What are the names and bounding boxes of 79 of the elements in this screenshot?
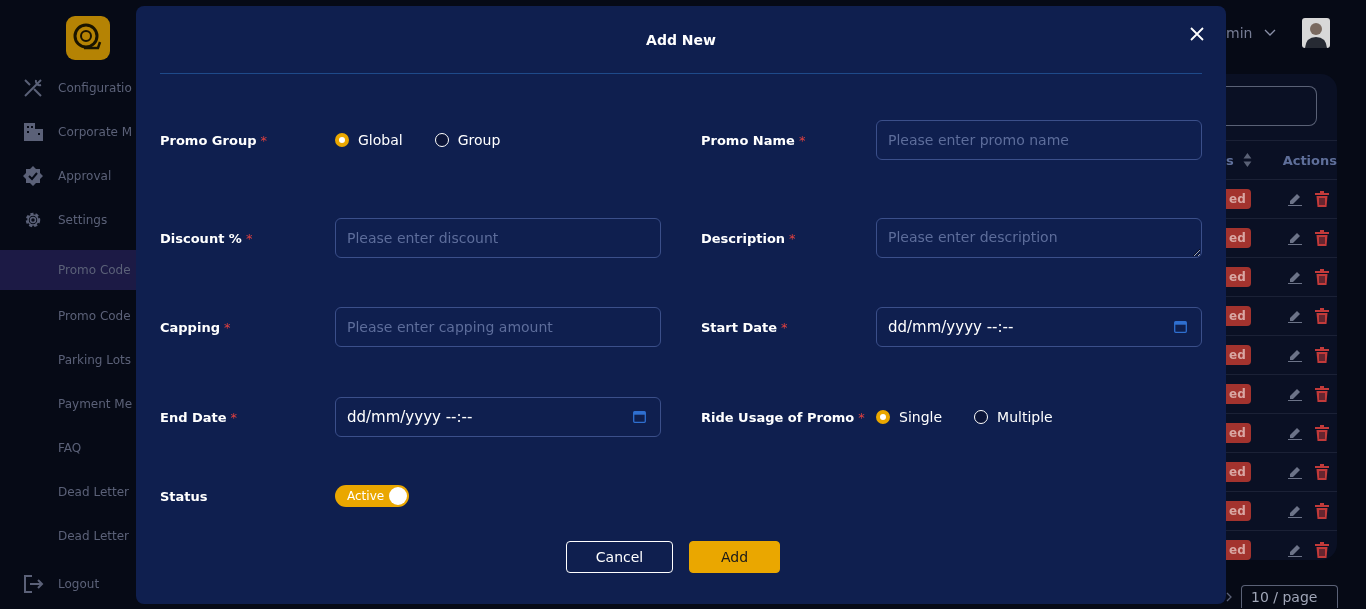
delete-icon — [1314, 230, 1329, 246]
status-tag: ed — [1226, 345, 1251, 365]
building-icon — [22, 121, 44, 143]
edit-icon — [1287, 192, 1302, 206]
sidebar-item[interactable]: Corporate M — [0, 110, 136, 154]
field-label: Promo Group * — [160, 132, 268, 148]
input-field[interactable]: Please enter description — [876, 218, 1202, 258]
radio-option[interactable]: Multiple — [974, 409, 1053, 425]
edit-icon — [1287, 348, 1302, 362]
sidebar-item[interactable]: Settings — [0, 198, 136, 242]
status-tag: ed — [1226, 462, 1251, 482]
add-button[interactable]: Add — [689, 541, 780, 573]
field-label: Description * — [701, 230, 797, 246]
edit-icon — [1287, 504, 1302, 518]
sidebar-item[interactable]: Dead Letter — [0, 470, 136, 514]
delete-icon — [1314, 386, 1329, 402]
column-header: s — [1226, 152, 1235, 168]
avatar — [1302, 18, 1331, 48]
cancel-button[interactable]: Cancel — [566, 541, 673, 573]
close-button[interactable] — [1188, 25, 1206, 43]
sidebar-item[interactable]: Promo Code — [0, 294, 136, 338]
chevron-down-icon — [1264, 29, 1277, 37]
status-tag: ed — [1226, 306, 1251, 326]
dialog-title: Add New — [646, 31, 716, 48]
field-label: Ride Usage of Promo * — [701, 409, 866, 425]
radio-option[interactable]: Group — [434, 132, 501, 148]
edit-icon — [1287, 543, 1302, 557]
radio-option[interactable]: Single — [876, 409, 943, 425]
input-field[interactable]: Please enter capping amount — [335, 307, 661, 347]
edit-icon — [1287, 426, 1302, 440]
sidebar-item[interactable]: Parking Lots — [0, 338, 136, 382]
field-label: Start Date * — [701, 319, 789, 335]
status-tag: ed — [1226, 228, 1251, 248]
status-tag: ed — [1226, 501, 1251, 521]
delete-icon — [1314, 308, 1329, 324]
sidebar-item[interactable]: Payment Me — [0, 382, 136, 426]
edit-icon — [1287, 309, 1302, 323]
field-label: Status — [160, 488, 209, 504]
logout-icon — [22, 573, 44, 595]
sidebar-item[interactable]: Configuratio — [0, 66, 136, 110]
delete-icon — [1314, 503, 1329, 519]
tools-icon — [22, 77, 44, 99]
calendar-icon — [1174, 320, 1187, 333]
delete-icon — [1314, 425, 1329, 441]
status-tag: ed — [1226, 384, 1251, 404]
edit-icon — [1287, 231, 1302, 245]
delete-icon — [1314, 347, 1329, 363]
edit-icon — [1287, 270, 1302, 284]
column-header: Actions — [1282, 152, 1337, 168]
status-tag: ed — [1226, 423, 1251, 443]
status-tag: ed — [1226, 189, 1251, 209]
delete-icon — [1314, 191, 1329, 207]
field-label: Discount % * — [160, 230, 254, 246]
logo-icon — [66, 16, 110, 60]
delete-icon — [1314, 269, 1329, 285]
edit-icon — [1287, 387, 1302, 401]
page-size-select[interactable]: 10 / page — [1241, 585, 1338, 608]
sidebar-item[interactable]: Logout — [0, 562, 136, 606]
calendar-icon — [633, 410, 646, 423]
sidebar-item[interactable]: Dead Letter — [0, 514, 136, 558]
sidebar-item[interactable]: Approval — [0, 154, 136, 198]
field-label: Capping * — [160, 319, 232, 335]
edit-icon — [1287, 465, 1302, 479]
status-tag: ed — [1226, 540, 1251, 560]
input-field[interactable]: Please enter promo name — [876, 120, 1202, 160]
input-field[interactable]: Please enter discount — [335, 218, 661, 258]
radio-option[interactable]: Global — [335, 132, 403, 148]
toggle-switch[interactable]: Active — [335, 485, 409, 507]
date-field[interactable]: dd/mm/yyyy --:-- — [335, 397, 661, 437]
sort-icon — [1242, 152, 1252, 168]
delete-icon — [1314, 464, 1329, 480]
user-name[interactable]: min — [1226, 25, 1253, 41]
field-label: End Date * — [160, 409, 239, 425]
sidebar-item[interactable]: FAQ — [0, 426, 136, 470]
field-label: Promo Name * — [701, 132, 807, 148]
status-tag: ed — [1226, 267, 1251, 287]
date-field[interactable]: dd/mm/yyyy --:-- — [876, 307, 1202, 347]
sidebar-item[interactable]: Promo Code — [0, 250, 136, 290]
badge-check-icon — [22, 165, 44, 187]
